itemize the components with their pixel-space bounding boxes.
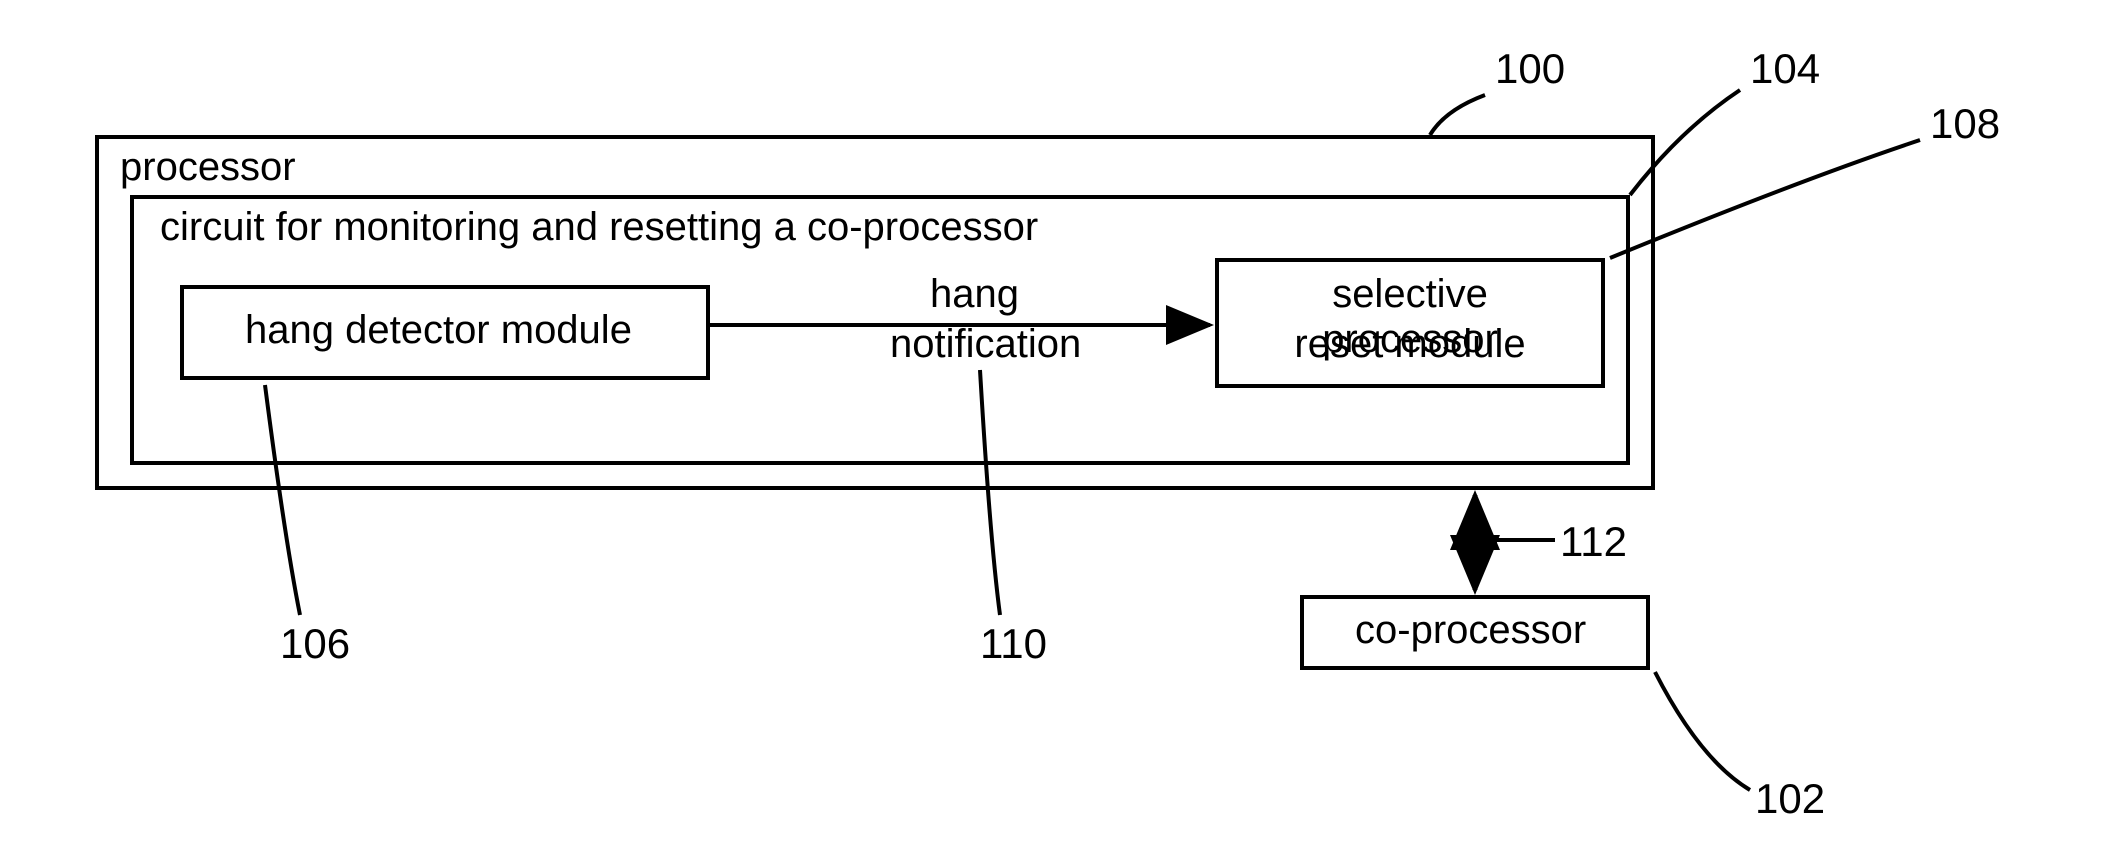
diagram-canvas: processor circuit for monitoring and res… [0, 0, 2109, 852]
ref-106: 106 [280, 620, 350, 668]
reset-module-line2: reset module [1240, 322, 1580, 367]
circuit-label: circuit for monitoring and resetting a c… [160, 205, 1038, 250]
ref-108: 108 [1930, 100, 2000, 148]
processor-label: processor [120, 145, 296, 190]
ref-100: 100 [1495, 45, 1565, 93]
coprocessor-label: co-processor [1355, 608, 1586, 653]
ref-104: 104 [1750, 45, 1820, 93]
ref-112: 112 [1560, 518, 1627, 566]
hang-detector-label: hang detector module [245, 308, 632, 353]
ref-102: 102 [1755, 775, 1825, 823]
hang-notification-line2: notification [890, 322, 1081, 367]
hang-notification-line1: hang [930, 272, 1019, 317]
ref-110: 110 [980, 620, 1047, 668]
